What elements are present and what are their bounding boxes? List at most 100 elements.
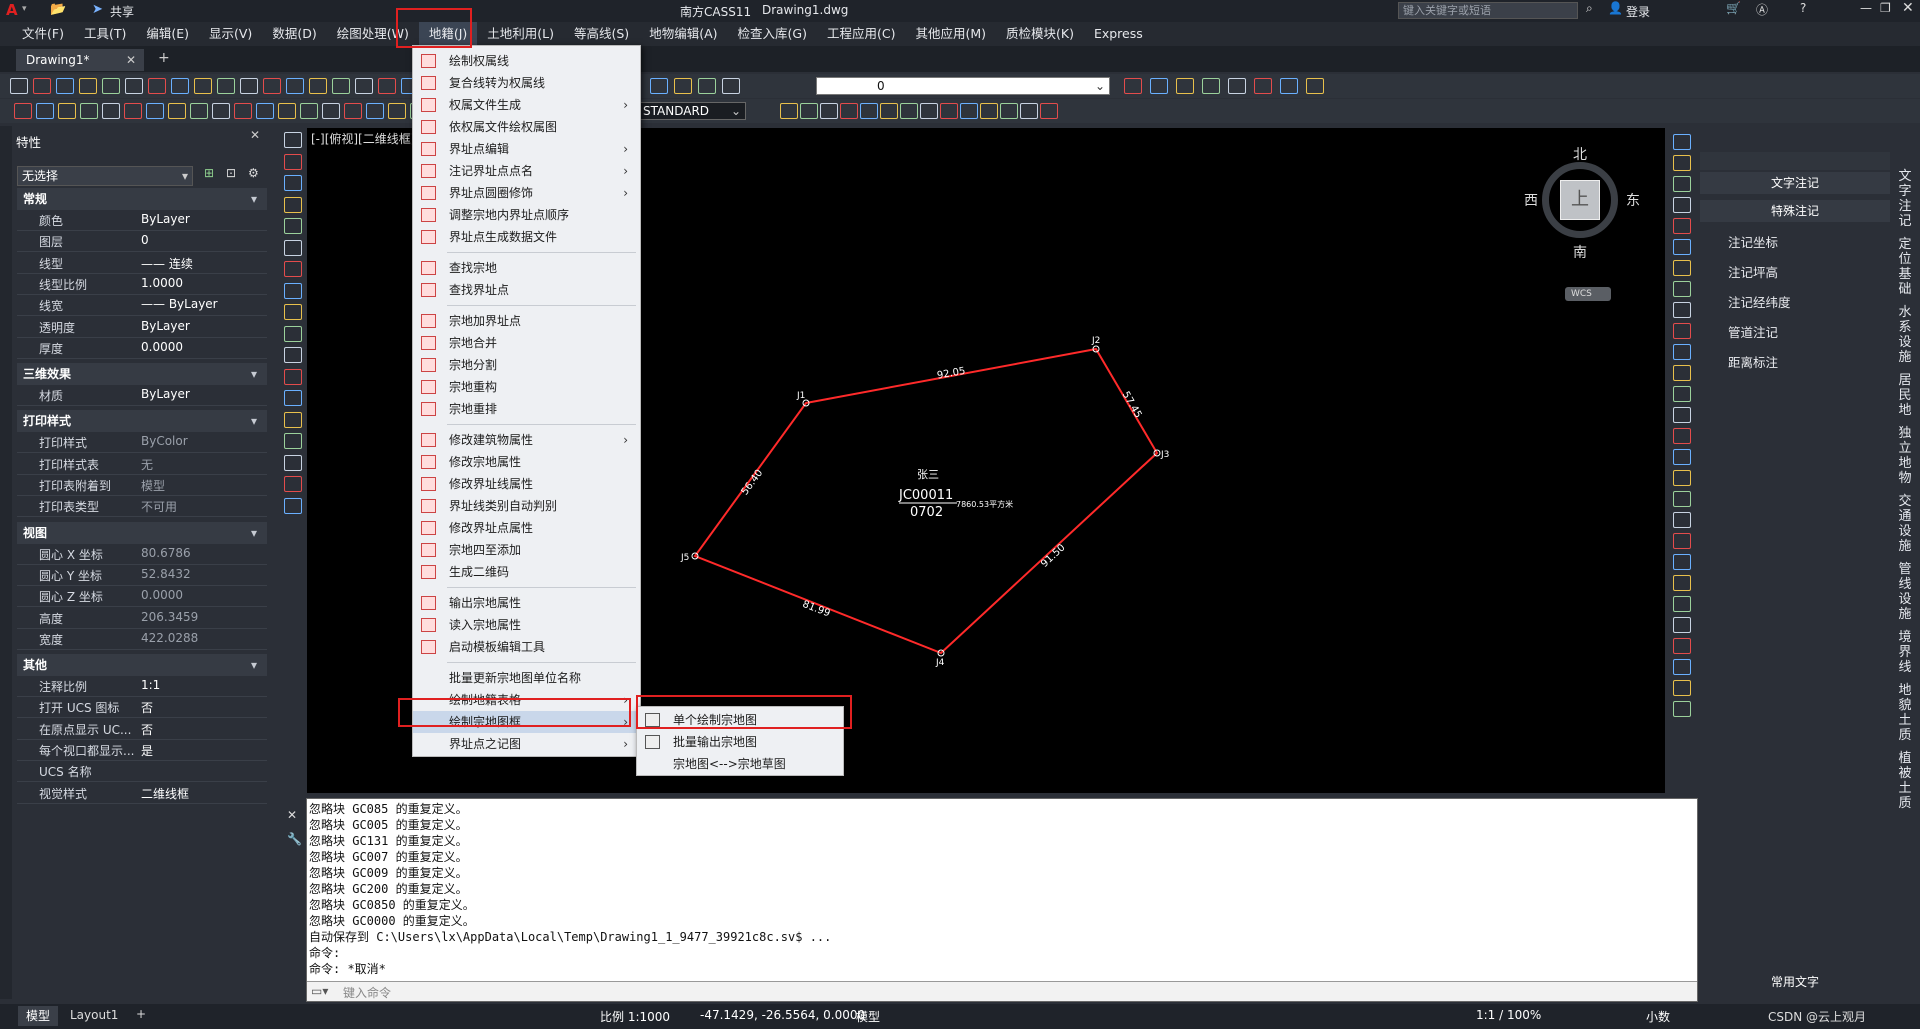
tool-button-icon[interactable] [217, 78, 235, 94]
menu-item[interactable]: 绘制权属线 [413, 50, 640, 72]
restore-icon[interactable]: ❐ [1880, 1, 1891, 15]
menu-item[interactable]: 界址线类别自动判别 [413, 495, 640, 517]
tool-button-icon[interactable] [1673, 575, 1691, 591]
property-value[interactable]: 无 [141, 456, 153, 473]
menu-item[interactable]: 宗地重构 [413, 376, 640, 398]
menu-item[interactable]: 调整宗地内界址点顺序 [413, 204, 640, 226]
property-section-2[interactable]: 打印样式 ▾ [17, 410, 267, 433]
close-icon[interactable]: ✕ [250, 128, 260, 142]
tool-button-icon[interactable] [1000, 103, 1018, 119]
tool-button-icon[interactable] [1673, 239, 1691, 255]
vertical-tab[interactable]: 文字注记 [1894, 169, 1916, 229]
menu-item-2[interactable]: 编辑(E) [136, 22, 199, 46]
property-row[interactable]: 线型比例 1.0000 [17, 274, 267, 295]
collapse-icon[interactable]: ▾ [251, 522, 257, 544]
login-button[interactable]: 登录 [1626, 3, 1650, 20]
tool-button-icon[interactable] [14, 103, 32, 119]
property-value[interactable]: 1:1 [141, 678, 160, 692]
property-section-1[interactable]: 三维效果 ▾ [17, 363, 267, 386]
tool-button-icon[interactable] [1673, 617, 1691, 633]
property-value[interactable]: 0.0000 [141, 340, 183, 354]
menu-item[interactable]: 注记界址点点名 › [413, 160, 640, 182]
menu-item[interactable]: 依权属文件绘权属图 [413, 116, 640, 138]
collapse-icon[interactable]: ▾ [251, 188, 257, 210]
tool-button-icon[interactable] [1202, 78, 1220, 94]
tool-button-icon[interactable] [1040, 103, 1058, 119]
menu-item[interactable]: 读入宗地属性 [413, 614, 640, 636]
common-text-button[interactable]: 常用文字 [1700, 972, 1890, 992]
submenu-item[interactable]: 单个绘制宗地图 [637, 709, 843, 731]
tool-button-icon[interactable] [36, 103, 54, 119]
property-value[interactable]: ByLayer [141, 319, 190, 333]
compass-south[interactable]: 南 [1573, 242, 1587, 262]
tool-button-icon[interactable] [286, 78, 304, 94]
tool-button-icon[interactable] [234, 103, 252, 119]
tool-button-icon[interactable] [1673, 365, 1691, 381]
tool-button-icon[interactable] [960, 103, 978, 119]
tool-button-icon[interactable] [800, 103, 818, 119]
selection-select[interactable]: 无选择 ▾ [17, 166, 193, 186]
menu-item[interactable]: 查找宗地 [413, 257, 640, 279]
tool-button-icon[interactable] [240, 78, 258, 94]
property-row[interactable]: 打印表类型 不可用 [17, 496, 267, 518]
tool-button-icon[interactable] [80, 103, 98, 119]
tool-button-icon[interactable] [300, 103, 318, 119]
select-objects-icon[interactable]: ⊡ [226, 166, 236, 180]
search-icon[interactable]: ⌕ [1586, 1, 1593, 16]
property-row[interactable]: 打开 UCS 图标 否 [17, 697, 267, 719]
tool-button-icon[interactable] [650, 78, 668, 94]
property-value[interactable]: ByLayer [141, 212, 190, 226]
tool-button-icon[interactable] [1673, 512, 1691, 528]
tool-button-icon[interactable] [880, 103, 898, 119]
add-tab-button[interactable]: + [158, 50, 170, 66]
menu-item[interactable]: 绘制宗地图框 › [413, 711, 640, 733]
vertical-tab[interactable]: 管线设施 [1894, 562, 1916, 622]
tab-special-annotation[interactable]: 特殊注记 [1700, 200, 1890, 222]
tool-button-icon[interactable] [1673, 680, 1691, 696]
property-row[interactable]: 圆心 Y 坐标 52.8432 [17, 565, 267, 586]
scale-display[interactable]: 比例 1:1000 [600, 1008, 670, 1025]
tool-button-icon[interactable] [284, 175, 302, 191]
model-space-button[interactable]: 模型 [856, 1008, 880, 1025]
property-row[interactable]: 圆心 Z 坐标 0.0000 [17, 586, 267, 608]
menu-item[interactable]: 复合线转为权属线 [413, 72, 640, 94]
tool-button-icon[interactable] [284, 132, 302, 148]
tool-button-icon[interactable] [284, 476, 302, 492]
tool-button-icon[interactable] [378, 78, 396, 94]
tool-button-icon[interactable] [284, 153, 302, 170]
units-select[interactable]: 小数 [1646, 1008, 1670, 1025]
chevron-down-icon[interactable]: ▾ [22, 4, 27, 14]
tool-button-icon[interactable] [1673, 659, 1691, 675]
vertical-tab[interactable]: 交通设施 [1894, 494, 1916, 554]
menu-item[interactable]: 生成二维码 [413, 561, 640, 583]
tool-button-icon[interactable] [1150, 78, 1168, 94]
menu-item[interactable]: 界址点生成数据文件 [413, 226, 640, 248]
menu-item[interactable]: 查找界址点 [413, 279, 640, 301]
tool-button-icon[interactable] [171, 78, 189, 94]
property-value[interactable]: ByColor [141, 434, 188, 448]
tool-button-icon[interactable] [1228, 78, 1246, 94]
tool-button-icon[interactable] [146, 103, 164, 119]
tool-button-icon[interactable] [124, 103, 142, 119]
property-row[interactable]: 宽度 422.0288 [17, 629, 267, 650]
tool-button-icon[interactable] [284, 433, 302, 449]
tool-button-icon[interactable] [1673, 407, 1691, 423]
property-value[interactable]: 模型 [141, 477, 165, 494]
annotation-item[interactable]: 注记坪高 [1728, 262, 1778, 281]
menu-item[interactable]: 修改界址线属性 [413, 473, 640, 495]
menu-item-3[interactable]: 显示(V) [199, 22, 262, 46]
tool-button-icon[interactable] [148, 78, 166, 94]
layer-select[interactable]: 0 ⌄ [816, 77, 1110, 95]
menu-item[interactable]: 宗地合并 [413, 332, 640, 354]
menu-item-5[interactable]: 绘图处理(W) [327, 22, 419, 46]
tool-button-icon[interactable] [1673, 596, 1691, 612]
property-row[interactable]: 每个视口都显示... 是 [17, 740, 267, 761]
tool-button-icon[interactable] [674, 78, 692, 94]
menu-item[interactable]: 输出宗地属性 [413, 592, 640, 614]
tool-button-icon[interactable] [1673, 260, 1691, 276]
tool-button-icon[interactable] [194, 78, 212, 94]
menu-item-1[interactable]: 工具(T) [74, 22, 136, 46]
tool-button-icon[interactable] [1673, 218, 1691, 234]
menu-item[interactable]: 批量更新宗地图单位名称 [413, 667, 640, 689]
menu-item[interactable]: 启动模板编辑工具 [413, 636, 640, 658]
